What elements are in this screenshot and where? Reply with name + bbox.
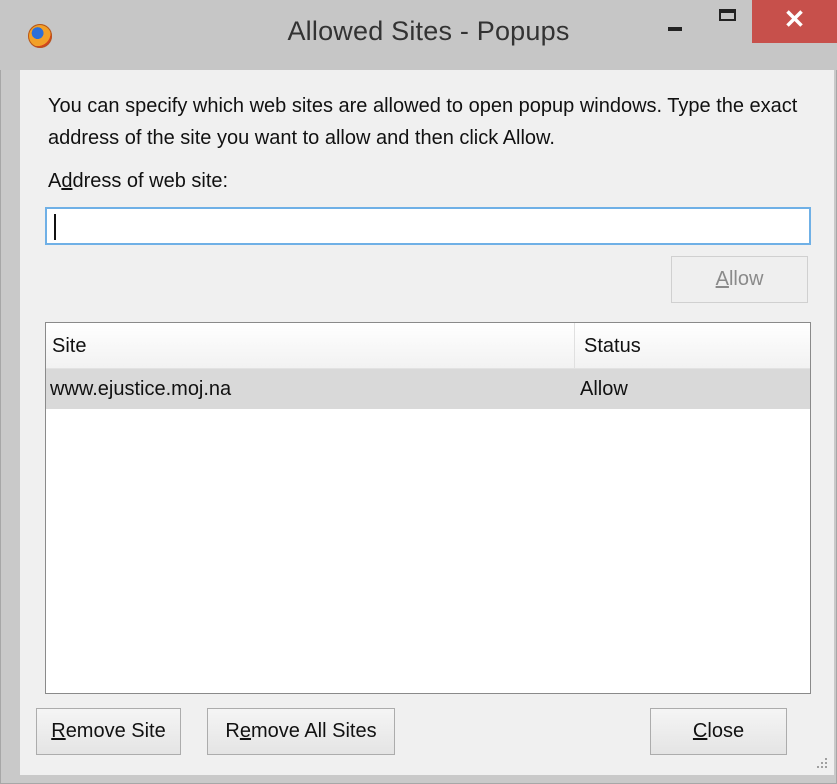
close-icon: ✕ xyxy=(783,4,806,34)
close-window-button[interactable]: ✕ xyxy=(752,0,837,43)
row-status: Allow xyxy=(580,378,628,400)
minimize-button[interactable] xyxy=(654,0,696,43)
close-button[interactable]: Close xyxy=(650,708,787,755)
remove-site-label: emove Site xyxy=(65,720,166,742)
remove-all-label: move All Sites xyxy=(250,720,377,742)
close-label: lose xyxy=(707,720,745,742)
table-row[interactable]: www.ejustice.moj.na Allow xyxy=(46,369,810,409)
remove-site-accel: R xyxy=(51,720,66,742)
allow-label: llow xyxy=(728,268,764,290)
maximize-icon xyxy=(719,9,736,21)
address-label: Address of web site: xyxy=(48,170,228,193)
resize-grip-icon[interactable] xyxy=(815,756,829,770)
minimize-icon xyxy=(668,27,682,31)
column-separator[interactable] xyxy=(574,323,575,368)
close-accel: C xyxy=(692,720,708,742)
text-caret xyxy=(54,214,56,240)
maximize-button[interactable] xyxy=(706,0,752,43)
allow-button[interactable]: Allow xyxy=(671,256,808,303)
dialog-client: You can specify which web sites are allo… xyxy=(20,70,834,775)
remove-all-accel: e xyxy=(239,720,251,742)
remove-site-button[interactable]: Remove Site xyxy=(36,708,181,755)
sites-list[interactable]: Site Status www.ejustice.moj.na Allow xyxy=(45,322,811,694)
allow-accel: A xyxy=(715,268,729,290)
row-site: www.ejustice.moj.na xyxy=(50,378,232,400)
title-bar[interactable]: Allowed Sites - Popups ✕ xyxy=(0,0,837,70)
address-label-post: dress of web site: xyxy=(72,170,229,192)
address-label-accel: d xyxy=(61,170,73,192)
address-label-pre: A xyxy=(48,170,62,192)
column-header-status[interactable]: Status xyxy=(584,335,641,358)
column-header-site[interactable]: Site xyxy=(52,335,86,358)
list-header: Site Status xyxy=(46,323,810,369)
description-text: You can specify which web sites are allo… xyxy=(48,95,798,149)
remove-all-pre: R xyxy=(225,720,240,742)
remove-all-sites-button[interactable]: Re move All Sites xyxy=(207,708,395,755)
address-input[interactable] xyxy=(45,207,811,245)
dialog-window: Allowed Sites - Popups ✕ You can specify… xyxy=(0,0,837,784)
